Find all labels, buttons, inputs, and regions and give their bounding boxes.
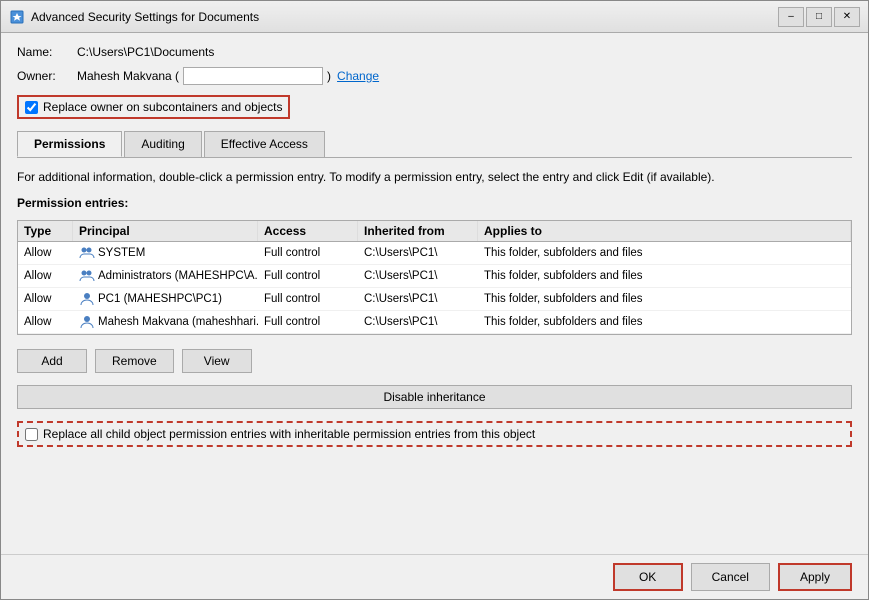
owner-name: Mahesh Makvana ( — [77, 69, 179, 83]
user-icon — [79, 291, 95, 307]
cell-inherited: C:\Users\PC1\ — [358, 290, 478, 308]
disable-inheritance-button[interactable]: Disable inheritance — [17, 385, 852, 409]
cell-applies: This folder, subfolders and files — [478, 313, 851, 331]
replace-owner-checkbox[interactable] — [25, 101, 38, 114]
cell-inherited: C:\Users\PC1\ — [358, 244, 478, 262]
owner-label: Owner: — [17, 69, 77, 83]
replace-owner-label: Replace owner on subcontainers and objec… — [43, 100, 282, 114]
cell-applies: This folder, subfolders and files — [478, 290, 851, 308]
cell-principal: Mahesh Makvana (maheshhari... — [73, 311, 258, 333]
table-body: Allow SYSTEM Full control C:\Users\PC1\ … — [18, 242, 851, 334]
action-buttons: Add Remove View — [17, 349, 852, 373]
col-type: Type — [18, 221, 73, 241]
owner-row: Owner: Mahesh Makvana ( ) Change — [17, 67, 852, 85]
col-applies: Applies to — [478, 221, 851, 241]
footer: OK Cancel Apply — [1, 554, 868, 599]
col-access: Access — [258, 221, 358, 241]
tab-permissions[interactable]: Permissions — [17, 131, 122, 157]
apply-button[interactable]: Apply — [778, 563, 852, 591]
name-label: Name: — [17, 45, 77, 59]
replace-owner-row: Replace owner on subcontainers and objec… — [17, 95, 290, 119]
cell-applies: This folder, subfolders and files — [478, 244, 851, 262]
main-window: Advanced Security Settings for Documents… — [0, 0, 869, 600]
ok-button[interactable]: OK — [613, 563, 683, 591]
title-controls: – □ ✕ — [778, 7, 860, 27]
view-button[interactable]: View — [182, 349, 252, 373]
cell-access: Full control — [258, 313, 358, 331]
minimize-button[interactable]: – — [778, 7, 804, 27]
cell-type: Allow — [18, 267, 73, 285]
cell-type: Allow — [18, 313, 73, 331]
remove-button[interactable]: Remove — [95, 349, 174, 373]
owner-box — [183, 67, 323, 85]
name-row: Name: C:\Users\PC1\Documents — [17, 45, 852, 59]
cell-inherited: C:\Users\PC1\ — [358, 313, 478, 331]
replace-child-row: Replace all child object permission entr… — [17, 421, 852, 447]
maximize-button[interactable]: □ — [806, 7, 832, 27]
cell-inherited: C:\Users\PC1\ — [358, 267, 478, 285]
cell-principal: Administrators (MAHESHPC\A... — [73, 265, 258, 287]
col-inherited: Inherited from — [358, 221, 478, 241]
table-row[interactable]: Allow Mahesh Makvana (maheshhari... Full… — [18, 311, 851, 334]
owner-close: ) — [327, 69, 331, 83]
tab-effective-access[interactable]: Effective Access — [204, 131, 325, 157]
cell-principal: SYSTEM — [73, 242, 258, 264]
window-title: Advanced Security Settings for Documents — [31, 10, 778, 24]
replace-child-checkbox[interactable] — [25, 428, 38, 441]
cell-type: Allow — [18, 290, 73, 308]
cell-access: Full control — [258, 290, 358, 308]
tab-bar: Permissions Auditing Effective Access — [17, 131, 852, 158]
cell-access: Full control — [258, 244, 358, 262]
add-button[interactable]: Add — [17, 349, 87, 373]
cell-access: Full control — [258, 267, 358, 285]
table-row[interactable]: Allow SYSTEM Full control C:\Users\PC1\ … — [18, 242, 851, 265]
info-text: For additional information, double-click… — [17, 170, 852, 184]
permission-table: Type Principal Access Inherited from App… — [17, 220, 852, 335]
cell-principal: PC1 (MAHESHPC\PC1) — [73, 288, 258, 310]
permission-entries-label: Permission entries: — [17, 196, 852, 210]
close-button[interactable]: ✕ — [834, 7, 860, 27]
cell-type: Allow — [18, 244, 73, 262]
name-value: C:\Users\PC1\Documents — [77, 45, 214, 59]
users-icon — [79, 245, 95, 261]
users-icon — [79, 268, 95, 284]
table-row[interactable]: Allow Administrators (MAHESHPC\A... Full… — [18, 265, 851, 288]
change-link[interactable]: Change — [337, 69, 379, 83]
window-icon — [9, 9, 25, 25]
replace-child-label: Replace all child object permission entr… — [43, 427, 535, 441]
user-icon — [79, 314, 95, 330]
cell-applies: This folder, subfolders and files — [478, 267, 851, 285]
cancel-button[interactable]: Cancel — [691, 563, 770, 591]
tab-auditing[interactable]: Auditing — [124, 131, 201, 157]
col-principal: Principal — [73, 221, 258, 241]
table-header: Type Principal Access Inherited from App… — [18, 221, 851, 242]
title-bar: Advanced Security Settings for Documents… — [1, 1, 868, 33]
content-area: Name: C:\Users\PC1\Documents Owner: Mahe… — [1, 33, 868, 554]
table-row[interactable]: Allow PC1 (MAHESHPC\PC1) Full control C:… — [18, 288, 851, 311]
